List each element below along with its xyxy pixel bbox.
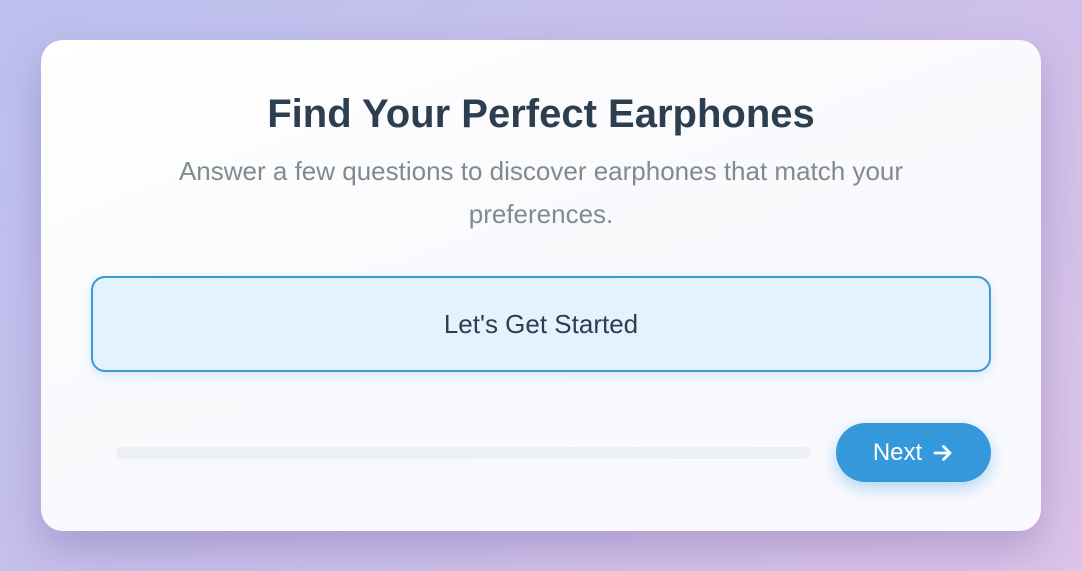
page-subtitle: Answer a few questions to discover earph… <box>178 156 904 229</box>
get-started-label: Let's Get Started <box>443 308 639 339</box>
get-started-option[interactable]: Let's Get Started <box>91 276 991 372</box>
page-title: Find Your Perfect Earphones <box>267 92 815 136</box>
progress-bar <box>116 447 811 459</box>
arrow-right-icon <box>932 442 954 464</box>
next-button[interactable]: Next <box>836 423 991 482</box>
quiz-card: Find Your Perfect Earphones Answer a few… <box>41 40 1041 531</box>
next-button-label: Next <box>872 438 923 466</box>
